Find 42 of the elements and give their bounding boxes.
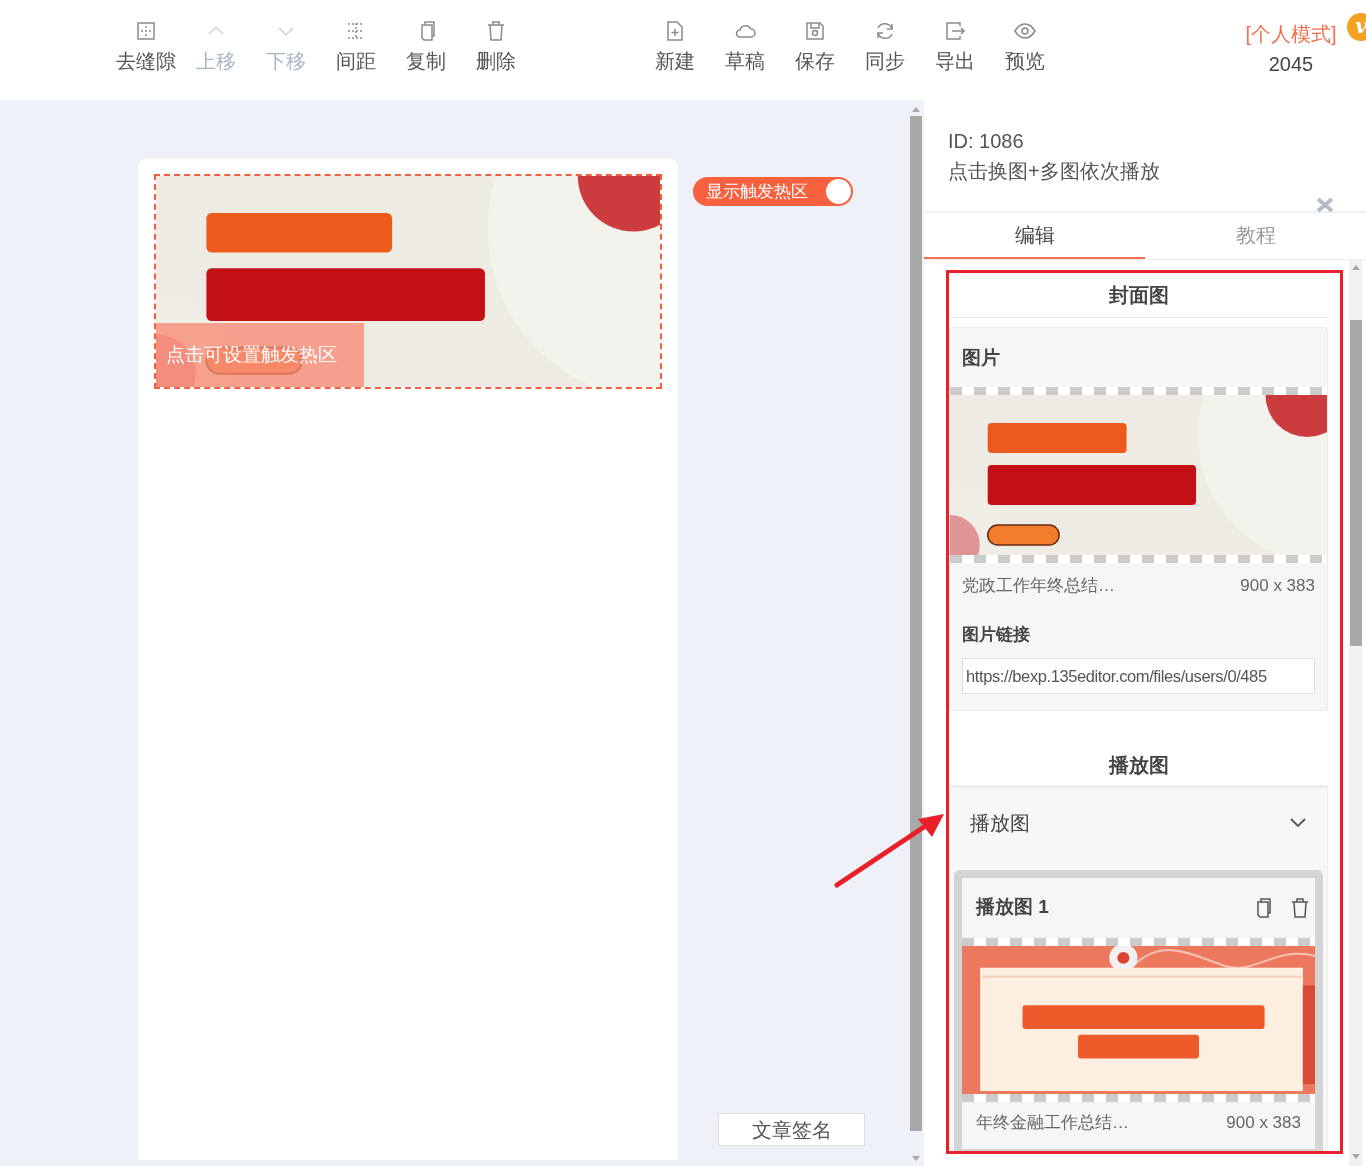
toolbar-button[interactable]: 删除 (461, 20, 531, 74)
chevron-down-icon (1289, 816, 1307, 829)
export-icon (944, 20, 966, 42)
trash-icon[interactable] (1289, 895, 1311, 920)
link-field[interactable]: https://bexp.135editor.com/files/users/0/485 (962, 657, 1315, 694)
panel-tab[interactable]: 编辑 (924, 213, 1145, 259)
item-description: 点击换图+多图依次播放 (948, 159, 1161, 184)
toolbar-button[interactable]: 间距 (321, 20, 391, 74)
image-size: 900 x 383 (1240, 574, 1315, 597)
image-size: 900 x 383 (1226, 1111, 1301, 1134)
toolbar-button[interactable]: 去缝隙 (111, 20, 181, 74)
toolbar-button[interactable]: 导出 (920, 20, 990, 74)
section-title: 封面图 (950, 273, 1328, 318)
scroll-down-icon[interactable] (1351, 1154, 1360, 1160)
toolbar-button[interactable]: 同步 (850, 20, 920, 74)
file-name: 年终金融工作总结… (976, 1111, 1129, 1134)
toolbar-button[interactable]: 复制 (391, 20, 461, 74)
scroll-up-icon[interactable] (911, 106, 920, 112)
file-plus-icon (664, 20, 686, 42)
scroll-down-icon[interactable] (911, 1156, 920, 1162)
slide-title: 播放图 1 (976, 895, 1049, 920)
count-text: 2045 (1268, 52, 1314, 77)
tools-icon[interactable] (1316, 197, 1334, 213)
sync-icon (874, 20, 896, 42)
eye-icon (1014, 20, 1036, 42)
toolbar-button[interactable]: 预览 (990, 20, 1060, 74)
file-name: 党政工作年终总结… (962, 574, 1115, 597)
item-id: ID: 1086 (948, 129, 1025, 154)
scroll-up-icon[interactable] (1351, 264, 1360, 270)
trash-icon (485, 20, 507, 42)
toolbar-button[interactable]: 保存 (780, 20, 850, 74)
scrollbar-thumb[interactable] (909, 116, 922, 1131)
signature-button[interactable]: 文章签名 (718, 1113, 865, 1146)
toolbar-button[interactable]: 新建 (640, 20, 710, 74)
collapse-header[interactable]: 播放图 (950, 787, 1327, 858)
save-icon (804, 20, 826, 42)
field-label: 图片 (961, 346, 1001, 370)
toolbar-button[interactable]: 草稿 (710, 20, 780, 74)
field-label: 图片链接 (961, 624, 1031, 646)
toggle-knob-icon (826, 179, 851, 204)
scrollbar-thumb[interactable] (1349, 320, 1362, 646)
grid-icon (135, 20, 157, 42)
